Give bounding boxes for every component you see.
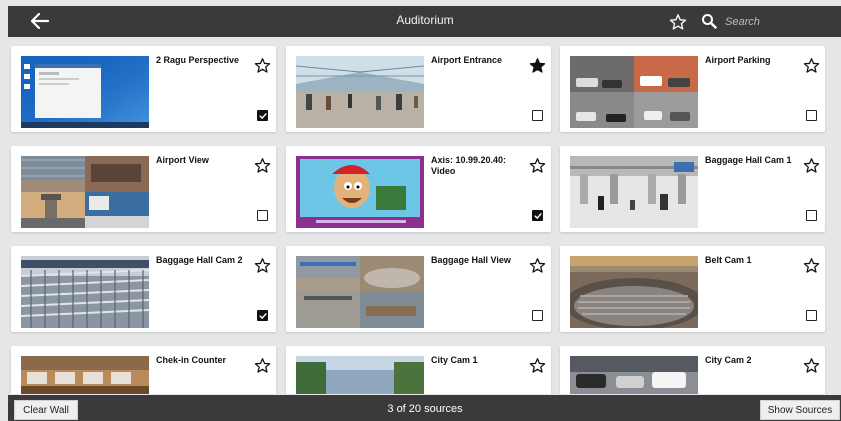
select-checkbox[interactable] bbox=[532, 310, 543, 321]
source-card[interactable]: Baggage Hall View bbox=[286, 246, 551, 332]
source-card[interactable]: City Cam 2 bbox=[560, 346, 825, 394]
source-thumbnail bbox=[570, 356, 698, 394]
source-name: City Cam 2 bbox=[705, 355, 752, 365]
source-thumbnail bbox=[296, 156, 424, 228]
source-name: Axis: 10.99.20.40: Video bbox=[431, 155, 507, 176]
clear-wall-button[interactable]: Clear Wall bbox=[14, 400, 78, 420]
source-name: Baggage Hall View bbox=[431, 255, 511, 265]
source-name: Baggage Hall Cam 2 bbox=[156, 255, 243, 265]
source-card[interactable]: Axis: 10.99.20.40: Video bbox=[286, 146, 551, 232]
source-card[interactable]: City Cam 1 bbox=[286, 346, 551, 394]
source-thumbnail bbox=[570, 56, 698, 128]
star-outline-icon[interactable] bbox=[527, 155, 547, 175]
source-name: 2 Ragu Perspective bbox=[156, 55, 240, 65]
source-thumbnail bbox=[570, 256, 698, 328]
select-checkbox[interactable] bbox=[257, 210, 268, 221]
source-thumbnail bbox=[21, 56, 149, 128]
source-card[interactable]: Baggage Hall Cam 2 bbox=[11, 246, 276, 332]
select-checkbox[interactable] bbox=[806, 210, 817, 221]
source-thumbnail bbox=[570, 156, 698, 228]
star-outline-icon[interactable] bbox=[252, 255, 272, 275]
search-input[interactable] bbox=[723, 12, 827, 32]
back-arrow-icon[interactable] bbox=[26, 8, 54, 34]
select-checkbox[interactable] bbox=[532, 210, 543, 221]
source-thumbnail bbox=[296, 356, 424, 394]
star-outline-icon[interactable] bbox=[801, 355, 821, 375]
star-outline-icon[interactable] bbox=[252, 155, 272, 175]
top-bar: Auditorium bbox=[8, 6, 841, 37]
star-outline-icon[interactable] bbox=[252, 355, 272, 375]
source-card[interactable]: Chek-in Counter bbox=[11, 346, 276, 394]
bottom-bar: Clear Wall 3 of 20 sources Show Sources bbox=[8, 395, 841, 421]
source-card[interactable]: Airport Parking bbox=[560, 46, 825, 132]
star-outline-icon[interactable] bbox=[801, 255, 821, 275]
source-card[interactable]: Airport View bbox=[11, 146, 276, 232]
select-checkbox[interactable] bbox=[806, 310, 817, 321]
source-name: Belt Cam 1 bbox=[705, 255, 752, 265]
star-outline-icon[interactable] bbox=[801, 155, 821, 175]
star-filled-icon[interactable] bbox=[527, 55, 547, 75]
source-name: Airport Parking bbox=[705, 55, 771, 65]
sources-count: 3 of 20 sources bbox=[387, 403, 463, 415]
star-outline-icon[interactable] bbox=[527, 355, 547, 375]
source-card[interactable]: Belt Cam 1 bbox=[560, 246, 825, 332]
source-thumbnail bbox=[21, 356, 149, 394]
source-card[interactable]: Baggage Hall Cam 1 bbox=[560, 146, 825, 232]
select-checkbox[interactable] bbox=[257, 310, 268, 321]
source-name: Airport View bbox=[156, 155, 209, 165]
source-thumbnail bbox=[21, 256, 149, 328]
source-name: Chek-in Counter bbox=[156, 355, 227, 365]
star-outline-icon[interactable] bbox=[801, 55, 821, 75]
source-thumbnail bbox=[296, 56, 424, 128]
star-outline-icon[interactable] bbox=[252, 55, 272, 75]
sources-grid: 2 Ragu Perspective Airport Entrance Airpor… bbox=[8, 40, 841, 394]
source-thumbnail bbox=[296, 256, 424, 328]
source-name: City Cam 1 bbox=[431, 355, 478, 365]
show-sources-button[interactable]: Show Sources bbox=[760, 400, 840, 420]
source-card[interactable]: 2 Ragu Perspective bbox=[11, 46, 276, 132]
source-thumbnail bbox=[21, 156, 149, 228]
select-checkbox[interactable] bbox=[257, 110, 268, 121]
star-outline-icon[interactable] bbox=[527, 255, 547, 275]
source-name: Baggage Hall Cam 1 bbox=[705, 155, 792, 165]
select-checkbox[interactable] bbox=[532, 110, 543, 121]
search-icon[interactable] bbox=[698, 10, 720, 32]
favorites-star-icon[interactable] bbox=[665, 9, 691, 35]
source-name: Airport Entrance bbox=[431, 55, 503, 65]
select-checkbox[interactable] bbox=[806, 110, 817, 121]
source-card[interactable]: Airport Entrance bbox=[286, 46, 551, 132]
